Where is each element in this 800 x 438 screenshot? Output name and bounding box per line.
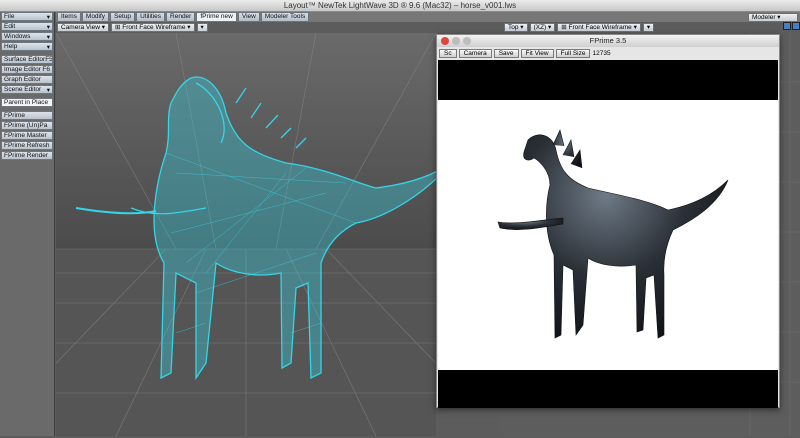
menu-label: Parent in Place	[4, 99, 49, 106]
viewport-options-button[interactable]: ▾	[196, 22, 208, 32]
viewport-canvas	[56, 33, 436, 436]
zoom-icon[interactable]	[463, 37, 471, 45]
window-title: Layout™ NewTek LightWave 3D ® 9.6 (Mac32…	[0, 0, 800, 12]
tab-modeler-tools[interactable]: Modeler Tools	[260, 12, 310, 22]
menu-label: FPrime Refresh	[4, 142, 50, 149]
tab-render[interactable]: Render	[166, 12, 196, 22]
menu-help[interactable]: Help ▾	[1, 42, 53, 51]
fprime-sc-button[interactable]: Sc	[439, 48, 457, 58]
move-view-icon[interactable]	[783, 22, 791, 30]
rendered-image	[438, 100, 778, 370]
menu-label: Help	[4, 43, 18, 50]
hotkey-label: F6	[42, 66, 50, 73]
menu-label: FPrime Master	[4, 132, 47, 139]
fprime-save-button[interactable]: Save	[493, 48, 519, 58]
menu-label: Windows	[4, 33, 31, 40]
menu-label: FPrime	[4, 112, 25, 119]
fprime-title: FPrime 3.5	[589, 36, 627, 45]
render-frame	[438, 60, 778, 408]
modeler-button[interactable]: Modeler ▾	[748, 13, 798, 22]
view-type-dropdown[interactable]: Camera View ▾	[57, 22, 109, 32]
tab-setup[interactable]: Setup	[110, 12, 136, 22]
left-toolbar: File ▾ Edit ▾ Windows ▾ Help ▾ Surface Editor F5 I…	[0, 12, 55, 436]
minimize-icon[interactable]	[452, 37, 460, 45]
viewport1-header: Camera View ▾ ⊞ Front Face Wireframe ▾ ▾	[57, 22, 208, 32]
menu-fprime-master[interactable]: FPrime Master	[1, 131, 53, 140]
menu-label: FPrime (Un)Pa	[4, 122, 48, 129]
menu-label: Surface Editor	[4, 56, 46, 63]
camera-viewport[interactable]	[56, 33, 436, 436]
tab-items[interactable]: Items	[57, 12, 81, 22]
fprime-window: FPrime 3.5 Sc Camera Save Fit View Full Size…	[436, 34, 780, 408]
fprime-camera-button[interactable]: Camera	[458, 48, 492, 58]
menu-label: File	[4, 13, 15, 20]
tab-view[interactable]: View	[237, 12, 260, 22]
menu-fprime-un-pa[interactable]: FPrime (Un)Pa	[1, 121, 53, 130]
tab-modify[interactable]: Modify	[81, 12, 110, 22]
chevron-down-icon: ▾	[46, 33, 50, 41]
menu-label: Image Editor	[4, 66, 41, 73]
menu-fprime-render[interactable]: FPrime Render	[1, 151, 53, 160]
chevron-down-icon: ▾	[46, 23, 50, 31]
menu-fprime[interactable]: FPrime	[1, 111, 53, 120]
menu-graph-editor[interactable]: Graph Editor	[1, 75, 53, 84]
menu-scene-editor[interactable]: Scene Editor ▾	[1, 85, 53, 94]
close-icon[interactable]	[441, 37, 449, 45]
menu-surface-editor[interactable]: Surface Editor F5	[1, 55, 53, 64]
chevron-down-icon: ▾	[46, 86, 50, 94]
fprime-full-size-button[interactable]: Full Size	[555, 48, 591, 58]
menu-label: Graph Editor	[4, 76, 41, 83]
tab-bar: Items Modify Setup Utilities Render fPrime ne…	[56, 12, 800, 22]
fprime-titlebar: FPrime 3.5	[437, 35, 779, 47]
menu-windows[interactable]: Windows ▾	[1, 32, 53, 41]
view-nav-icons	[783, 22, 800, 34]
hotkey-label: F5	[45, 56, 53, 63]
render-mode-dropdown[interactable]: ⊞ Front Face Wireframe ▾	[110, 22, 195, 32]
chevron-down-icon: ▾	[46, 13, 50, 21]
zoom-view-icon[interactable]	[792, 22, 800, 30]
tab-fprime-new[interactable]: fPrime new	[196, 12, 237, 22]
menu-fprime-refresh[interactable]: FPrime Refresh	[1, 141, 53, 150]
tab-utilities[interactable]: Utilities	[136, 12, 166, 22]
menu-edit[interactable]: Edit ▾	[1, 22, 53, 31]
fprime-fit-view-button[interactable]: Fit View	[520, 48, 554, 58]
menu-file[interactable]: File ▾	[1, 12, 53, 21]
menu-image-editor[interactable]: Image Editor F6	[1, 65, 53, 74]
menu-parent-in-place[interactable]: Parent in Place	[1, 98, 53, 107]
menu-label: Edit	[4, 23, 16, 30]
horse-render	[497, 129, 729, 339]
fprime-toolbar: Sc Camera Save Fit View Full Size 12735	[437, 47, 779, 59]
chevron-down-icon: ▾	[46, 43, 50, 51]
menu-label: Scene Editor	[4, 86, 42, 93]
pass-counter: 12735	[592, 49, 611, 57]
menu-label: FPrime Render	[4, 152, 49, 159]
